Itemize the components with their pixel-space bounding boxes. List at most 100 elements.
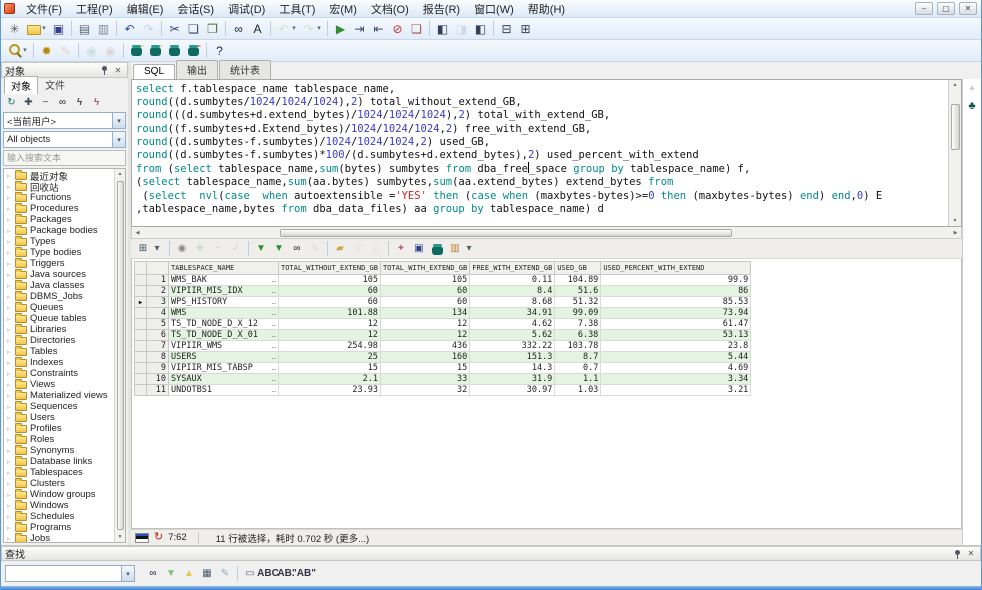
export-icon[interactable]: ▰ [332, 241, 348, 257]
expand-arrow-icon[interactable] [7, 282, 15, 290]
scroll-down-icon[interactable] [115, 532, 125, 542]
indent-icon[interactable]: ⇥ [351, 20, 368, 37]
tree-item[interactable]: Type bodies [4, 247, 125, 258]
execute-icon[interactable]: ▶ [332, 20, 349, 37]
row-number[interactable]: 6 [147, 330, 169, 341]
save-icon[interactable]: ▣ [50, 20, 67, 37]
chevron-down-icon[interactable] [121, 566, 134, 581]
row-number[interactable]: 5 [147, 319, 169, 330]
tile-windows-icon[interactable]: ⊟ [498, 20, 515, 37]
table-row[interactable]: 10SYSAUX2.13331.91.13.34 [135, 374, 751, 385]
cell[interactable]: 332.22 [470, 341, 555, 352]
row-number[interactable]: 1 [147, 275, 169, 286]
cell[interactable]: TS_TD_NODE_D_X_12 [169, 319, 279, 330]
expand-arrow-icon[interactable] [7, 513, 15, 521]
cell[interactable]: SYSAUX [169, 374, 279, 385]
tree-item[interactable]: Triggers [4, 258, 125, 269]
cell[interactable]: 8.4 [470, 286, 555, 297]
cell[interactable]: 105 [279, 275, 381, 286]
collapse-icon[interactable]: − [38, 95, 53, 110]
break-icon[interactable]: ⊘ [389, 20, 406, 37]
cell[interactable]: 34.91 [470, 308, 555, 319]
cell[interactable]: 5.62 [470, 330, 555, 341]
highlight-all-icon[interactable]: ▦ [199, 566, 215, 582]
cell[interactable]: 12 [380, 319, 469, 330]
tree-item[interactable]: 回收站 [4, 181, 125, 192]
tree-item[interactable]: Jobs [4, 533, 125, 543]
table-row[interactable]: 4WMS101.8813434.9199.0973.94 [135, 308, 751, 319]
expand-arrow-icon[interactable] [7, 293, 15, 301]
cell[interactable]: 3.21 [601, 385, 751, 396]
scrollbar-track[interactable] [949, 90, 961, 216]
expand-arrow-icon[interactable] [7, 326, 15, 334]
tree-item[interactable]: Indexes [4, 357, 125, 368]
tree-item[interactable]: Queue tables [4, 313, 125, 324]
tree-item[interactable]: Database links [4, 456, 125, 467]
cell[interactable]: 134 [380, 308, 469, 319]
sidebar-tab[interactable]: 对象 [4, 76, 38, 94]
row-number[interactable]: 10 [147, 374, 169, 385]
expand-arrow-icon[interactable] [7, 414, 15, 422]
tree-item[interactable]: 最近对象 [4, 170, 125, 181]
scrollbar-thumb[interactable] [951, 104, 960, 150]
selection-only-icon[interactable]: ▭ [242, 566, 258, 582]
outdent-icon[interactable]: ⇤ [370, 20, 387, 37]
row-number[interactable]: 11 [147, 385, 169, 396]
editor-vscrollbar[interactable] [948, 80, 961, 226]
pin-icon[interactable] [953, 548, 963, 560]
lock-record-icon[interactable]: ◉ [174, 241, 190, 257]
find-input-combo[interactable] [5, 565, 135, 582]
tree-item[interactable]: Profiles [4, 423, 125, 434]
menu-item[interactable]: 窗口(W) [467, 0, 521, 18]
expand-arrow-icon[interactable] [7, 392, 15, 400]
tree-item[interactable]: Window groups [4, 489, 125, 500]
cell-ellipsis-icon[interactable] [272, 341, 276, 351]
row-number[interactable]: 4 [147, 308, 169, 319]
chevron-down-icon[interactable] [112, 113, 125, 128]
column-header[interactable]: TABLESPACE_NAME [169, 262, 279, 275]
row-selector[interactable] [135, 308, 147, 319]
expand-arrow-icon[interactable] [7, 315, 15, 323]
tree-item[interactable]: Views [4, 379, 125, 390]
table-row[interactable]: 8USERS25160151.38.75.44 [135, 352, 751, 363]
editor-hscrollbar[interactable] [131, 227, 962, 239]
document-tab[interactable]: 统计表 [219, 60, 271, 79]
cell[interactable]: 14.3 [470, 363, 555, 374]
cell[interactable]: WMS [169, 308, 279, 319]
user-filter-combo[interactable]: <当前用户> [3, 112, 126, 129]
cell[interactable]: 23.93 [279, 385, 381, 396]
cell[interactable]: 6.38 [555, 330, 601, 341]
cell[interactable]: VIPIIR_WMS [169, 341, 279, 352]
regex-icon[interactable]: "AB" [296, 566, 312, 582]
menu-item[interactable]: 帮助(H) [521, 0, 572, 18]
tree-item[interactable]: Java sources [4, 269, 125, 280]
column-header[interactable]: TOTAL_WITHOUT_EXTEND_GB [279, 262, 381, 275]
cell[interactable]: 105 [380, 275, 469, 286]
status-message[interactable]: 11 行被选择，耗时 0.702 秒 (更多...) [216, 531, 369, 545]
expand-arrow-icon[interactable] [7, 447, 15, 455]
cell[interactable]: 436 [380, 341, 469, 352]
expand-arrow-icon[interactable] [7, 205, 15, 213]
refresh-icon[interactable]: ↻ [4, 95, 19, 110]
expand-arrow-icon[interactable] [7, 370, 15, 378]
edit-find-icon[interactable]: ✎ [217, 566, 233, 582]
tree-item[interactable]: Functions [4, 192, 125, 203]
restore-button[interactable]: ▢ [937, 2, 955, 15]
table-row[interactable]: 11UNDOTBS123.933230.971.033.21 [135, 385, 751, 396]
search-input[interactable] [4, 151, 125, 165]
tree-item[interactable]: Java classes [4, 280, 125, 291]
expand-arrow-icon[interactable] [7, 480, 15, 488]
find-icon[interactable]: ∞ [230, 20, 247, 37]
expand-arrow-icon[interactable] [7, 183, 15, 191]
cell[interactable]: 25 [279, 352, 381, 363]
close-icon[interactable] [965, 548, 977, 560]
menu-item[interactable]: 工具(T) [272, 0, 322, 18]
column-header[interactable]: USED_GB [555, 262, 601, 275]
cell[interactable]: 32 [380, 385, 469, 396]
sidebar-tab[interactable]: 文件 [38, 75, 72, 94]
row-number[interactable]: 8 [147, 352, 169, 363]
document-tab[interactable]: SQL [133, 64, 175, 79]
chart-icon-dropdown[interactable]: ▾ [461, 241, 477, 257]
cascade-windows-icon[interactable]: ⊞ [517, 20, 534, 37]
cell[interactable]: WPS_HISTORY [169, 297, 279, 308]
